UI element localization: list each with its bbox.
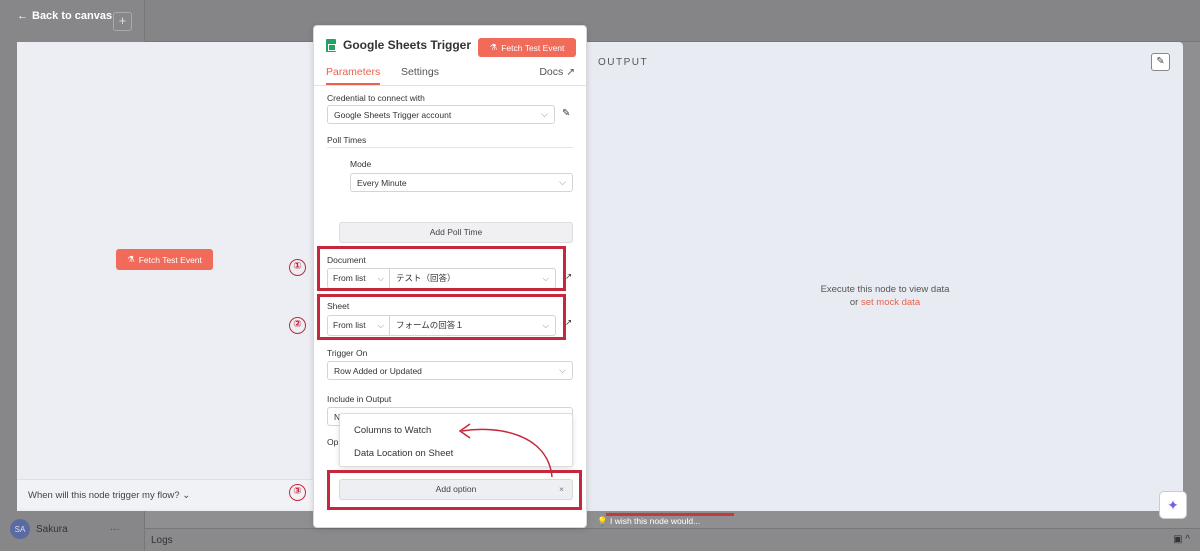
credential-value: Google Sheets Trigger account — [334, 109, 452, 120]
arrow-left-icon: ← — [17, 10, 28, 22]
pencil-icon: ✎ — [1156, 56, 1165, 67]
logs-toggle-icon[interactable]: ▣ ^ — [1173, 534, 1190, 545]
credential-select[interactable]: Google Sheets Trigger account ⌵ — [327, 105, 555, 124]
chevron-down-icon: ⌄ — [182, 490, 191, 501]
logs-label: Logs — [151, 535, 173, 546]
trigger-on-select[interactable]: Row Added or Updated ⌵ — [327, 361, 573, 380]
tab-parameters[interactable]: Parameters — [326, 66, 381, 85]
feedback-link[interactable]: 💡 I wish this node would... — [597, 516, 700, 527]
panel-title: Google Sheets Trigger — [343, 38, 472, 52]
back-to-canvas-link[interactable]: ← Back to canvas — [17, 10, 112, 22]
output-title: OUTPUT — [598, 57, 649, 68]
option-columns-to-watch[interactable]: Columns to Watch — [354, 425, 431, 436]
feedback-text: I wish this node would... — [609, 516, 701, 526]
trigger-on-label: Trigger On — [327, 348, 368, 358]
fetch-test-label: Fetch Test Event — [501, 42, 565, 53]
option-data-location[interactable]: Data Location on Sheet — [354, 448, 453, 459]
fetch-test-event-button-left[interactable]: ⚗ Fetch Test Event — [116, 249, 213, 270]
avatar: SA — [10, 519, 30, 539]
tab-settings[interactable]: Settings — [401, 66, 439, 78]
user-menu-icon[interactable]: ··· — [110, 524, 120, 535]
chevron-down-icon: ⌵ — [541, 109, 548, 119]
back-label: Back to canvas — [32, 10, 113, 22]
chevron-down-icon: ⌵ — [559, 365, 566, 375]
mode-select[interactable]: Every Minute ⌵ — [350, 173, 573, 192]
add-poll-time-button[interactable]: Add Poll Time — [339, 222, 573, 243]
annotation-number-1: ① — [289, 259, 306, 276]
flask-icon: ⚗ — [127, 254, 135, 264]
external-link-icon: ↗ — [566, 66, 575, 78]
external-link-icon[interactable]: ↗ — [565, 317, 572, 328]
lightbulb-icon: 💡 — [597, 516, 608, 526]
execute-message: Execute this node to view data or set mo… — [780, 283, 990, 309]
docs-link[interactable]: Docs ↗ — [539, 66, 575, 78]
annotation-arrow — [458, 423, 553, 478]
edit-output-button[interactable]: ✎ — [1151, 53, 1170, 71]
external-link-icon[interactable]: ↗ — [565, 271, 572, 282]
chevron-down-icon: ⌵ — [559, 177, 566, 187]
annotation-number-2: ② — [289, 317, 306, 334]
credential-label: Credential to connect with — [327, 93, 425, 103]
logs-bar[interactable]: Logs — [145, 528, 1200, 551]
ai-assistant-button[interactable]: ✦ — [1159, 491, 1187, 519]
panel-tabs: Parameters Settings Docs ↗ — [314, 64, 586, 86]
user-badge[interactable]: SA Sakura ··· — [10, 519, 120, 539]
docs-label: Docs — [539, 66, 564, 78]
annotation-box-sheet — [317, 294, 566, 340]
trigger-help-toggle[interactable]: When will this node trigger my flow? ⌄ — [17, 479, 313, 509]
execute-message-text: Execute this node to view data — [820, 284, 950, 295]
fetch-test-event-button[interactable]: ⚗ Fetch Test Event — [478, 38, 576, 57]
divider — [327, 147, 573, 148]
options-label: Op — [327, 437, 339, 447]
flask-icon: ⚗ — [489, 42, 498, 52]
mode-value: Every Minute — [357, 177, 407, 188]
user-name: Sakura — [36, 523, 68, 535]
edit-credential-icon[interactable]: ✎ — [562, 108, 570, 119]
sparkle-icon: ✦ — [1167, 497, 1179, 513]
set-mock-data-link[interactable]: set mock data — [861, 297, 920, 308]
mode-label: Mode — [350, 159, 372, 169]
trigger-help-text: When will this node trigger my flow? — [28, 490, 180, 501]
background-topbar — [0, 0, 1200, 42]
annotation-number-3: ③ — [289, 484, 306, 501]
input-pane — [17, 42, 313, 511]
or-text: or — [849, 297, 859, 308]
panel-header: Google Sheets Trigger — [326, 38, 471, 52]
fetch-test-label: Fetch Test Event — [138, 254, 202, 265]
poll-times-label: Poll Times — [327, 135, 367, 145]
annotation-box-document — [317, 246, 566, 291]
include-output-label: Include in Output — [327, 394, 392, 404]
add-node-button[interactable]: + — [113, 12, 132, 31]
google-sheets-icon — [326, 38, 336, 52]
trigger-on-value: Row Added or Updated — [334, 365, 422, 376]
